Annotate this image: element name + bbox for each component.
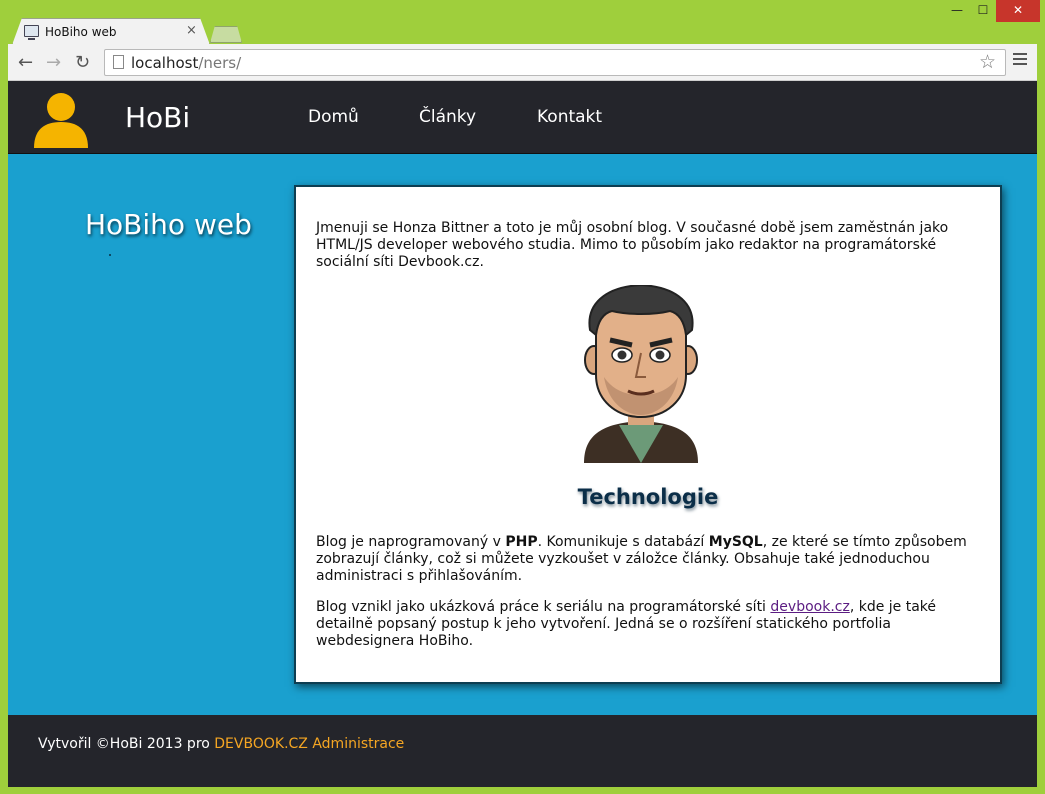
url-host: localhost bbox=[131, 54, 199, 72]
origin-text-a: Blog vznikl jako ukázková práce k seriál… bbox=[316, 599, 771, 615]
footer-text: Vytvořil ©HoBi 2013 pro DEVBOOK.CZ Admin… bbox=[38, 736, 404, 752]
tech-text-a: Blog je naprogramovaný v bbox=[316, 534, 506, 550]
browser-toolbar: ← → ↻ localhost/ners/ ☆ bbox=[8, 44, 1037, 81]
url-path: /ners/ bbox=[198, 54, 242, 72]
page-favicon-icon bbox=[24, 25, 39, 40]
sidebar-title: HoBiho web bbox=[85, 208, 252, 241]
forward-arrow-icon[interactable]: → bbox=[46, 52, 61, 73]
web-page: HoBi Domů Články Kontakt HoBiho web Jmen… bbox=[8, 81, 1037, 787]
footer-credit: Vytvořil ©HoBi 2013 pro bbox=[38, 736, 215, 752]
mysql-text: MySQL bbox=[708, 534, 763, 550]
site-footer: Vytvořil ©HoBi 2013 pro DEVBOOK.CZ Admin… bbox=[8, 715, 1037, 787]
close-window-button[interactable]: ✕ bbox=[996, 0, 1040, 22]
nav-articles-link[interactable]: Články bbox=[419, 107, 476, 127]
url-text[interactable]: localhost/ners/ bbox=[131, 54, 241, 72]
page-icon bbox=[113, 55, 124, 69]
author-cartoon-portrait bbox=[584, 285, 698, 463]
menu-icon[interactable] bbox=[1013, 53, 1027, 68]
technologies-heading: Technologie bbox=[577, 485, 719, 509]
title-bar: HoBiho web × — ☐ ✕ bbox=[0, 0, 1045, 45]
content-box: Jmenuji se Honza Bittner a toto je můj o… bbox=[294, 185, 1002, 684]
nav-home-link[interactable]: Domů bbox=[308, 107, 359, 127]
php-text: PHP bbox=[505, 534, 538, 550]
technologies-paragraph: Blog je naprogramovaný v PHP. Komunikuje… bbox=[316, 534, 991, 585]
devbook-link[interactable]: devbook.cz bbox=[770, 599, 849, 615]
origin-paragraph: Blog vznikl jako ukázková práce k seriál… bbox=[316, 599, 991, 650]
bookmark-star-icon[interactable]: ☆ bbox=[979, 51, 996, 73]
new-tab-button[interactable] bbox=[210, 26, 242, 43]
tab-close-icon[interactable]: × bbox=[186, 23, 197, 38]
footer-admin-link[interactable]: Administrace bbox=[312, 736, 404, 752]
nav-contact-link[interactable]: Kontakt bbox=[537, 107, 602, 127]
reload-icon[interactable]: ↻ bbox=[75, 52, 90, 73]
footer-devbook-link[interactable]: DEVBOOK.CZ bbox=[214, 736, 308, 752]
tab-title: HoBiho web bbox=[45, 25, 117, 39]
maximize-button[interactable]: ☐ bbox=[970, 0, 996, 22]
browser-window: HoBiho web × — ☐ ✕ ← → ↻ localhost/ners/… bbox=[0, 0, 1045, 794]
site-name[interactable]: HoBi bbox=[125, 101, 190, 134]
tech-text-b: . Komunikuje s databází bbox=[537, 534, 709, 550]
address-bar[interactable]: localhost/ners/ ☆ bbox=[104, 49, 1006, 76]
user-avatar-icon bbox=[34, 93, 88, 148]
site-header: HoBi Domů Články Kontakt bbox=[8, 81, 1037, 154]
minimize-button[interactable]: — bbox=[944, 0, 970, 22]
intro-paragraph: Jmenuji se Honza Bittner a toto je můj o… bbox=[316, 220, 949, 270]
sidebar-dot bbox=[109, 254, 111, 256]
back-arrow-icon[interactable]: ← bbox=[18, 52, 33, 73]
